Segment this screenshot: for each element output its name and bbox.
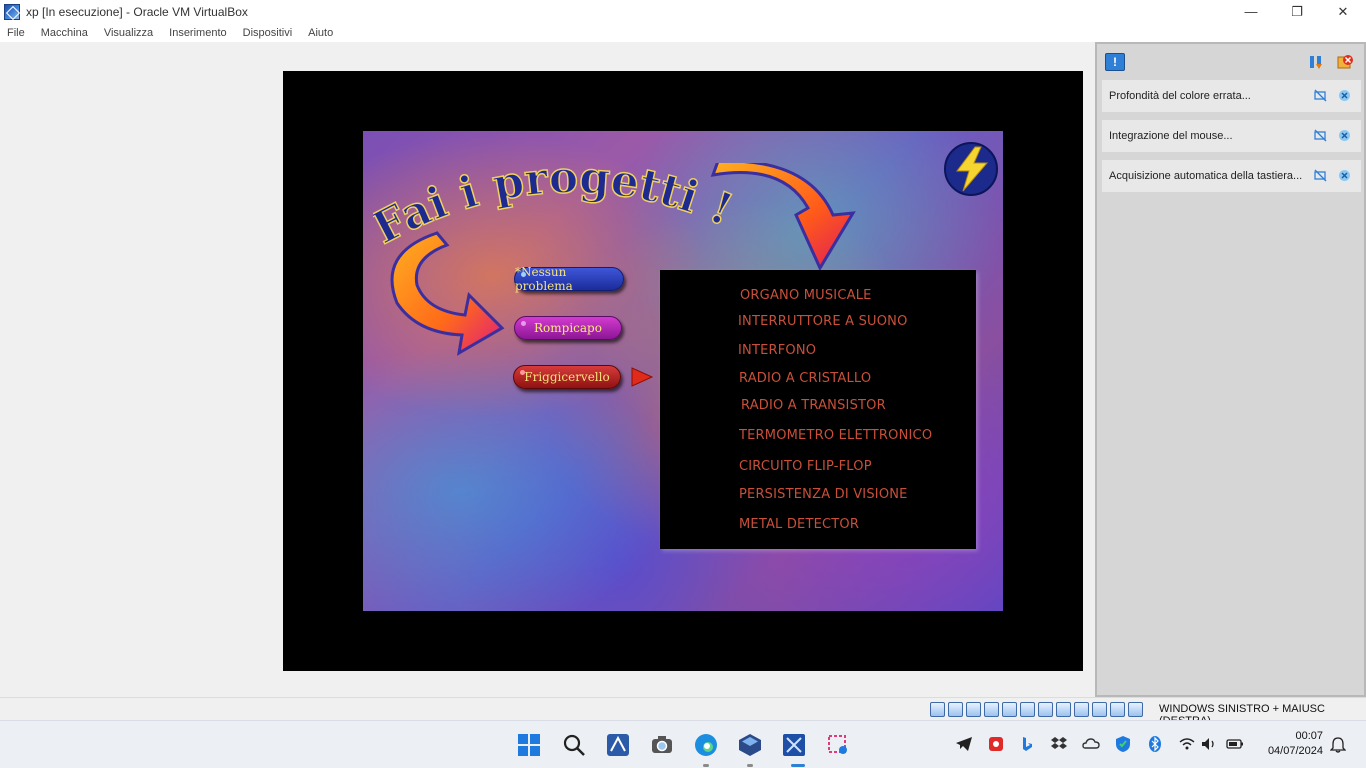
virtualbox-xp-icon[interactable] [606, 733, 630, 757]
floppy-icon[interactable] [966, 702, 981, 717]
xp-vm-window-icon[interactable] [782, 733, 806, 757]
telegram-icon[interactable] [955, 735, 973, 753]
sort-notifications-icon[interactable] [1308, 54, 1324, 70]
close-notification-icon[interactable] [1338, 129, 1351, 142]
menu-aiuto[interactable]: Aiuto [308, 27, 333, 39]
volume-icon[interactable] [1200, 735, 1218, 753]
battery-icon[interactable] [1226, 735, 1244, 753]
clock-date: 04/07/2024 [1267, 745, 1323, 757]
difficulty-easy-button[interactable]: *Nessun problema [514, 265, 624, 293]
search-icon[interactable] [562, 733, 586, 757]
vm-status-bar: WINDOWS SINISTRO + MAIUSC (DESTRA) [0, 697, 1366, 727]
clock-time: 00:07 [1295, 730, 1323, 742]
project-item[interactable]: METAL DETECTOR [739, 517, 859, 532]
virtualbox-app-icon [4, 3, 20, 20]
difficulty-medium-label: Rompicapo [534, 321, 602, 335]
lightning-logo-icon [944, 142, 998, 196]
usb-icon[interactable] [1020, 702, 1035, 717]
notification-header: ! [1097, 44, 1364, 80]
button-bullet-icon [521, 321, 526, 326]
virtualbox-manager-icon[interactable] [738, 733, 762, 757]
wifi-icon[interactable] [1178, 735, 1196, 753]
close-button[interactable]: ✕ [1320, 0, 1366, 23]
active-indicator [791, 764, 805, 767]
audio-icon[interactable] [984, 702, 999, 717]
security-shield-icon[interactable] [1114, 735, 1132, 753]
shared-folders-icon[interactable] [1038, 702, 1053, 717]
bluetooth-icon[interactable] [1146, 735, 1164, 753]
dismiss-all-icon[interactable] [1337, 54, 1353, 70]
menu-inserimento[interactable]: Inserimento [169, 27, 226, 39]
project-item[interactable]: TERMOMETRO ELETTRONICO [739, 428, 932, 443]
game-screen[interactable]: Fai i progetti ! *Nessun pro [363, 131, 1003, 611]
bing-icon[interactable] [1018, 735, 1036, 753]
recording-icon[interactable] [1074, 702, 1089, 717]
window-controls: — ❐ ✕ [1228, 0, 1366, 23]
window-title: xp [In esecuzione] - Oracle VM VirtualBo… [26, 4, 248, 19]
notification-bell-icon[interactable] [1330, 737, 1346, 753]
menu-macchina[interactable]: Macchina [41, 27, 88, 39]
hard-disk-icon[interactable] [930, 702, 945, 717]
running-indicator [703, 764, 709, 767]
project-list-panel: ORGANO MUSICALE INTERRUTTORE A SUONO INT… [660, 270, 976, 549]
start-menu-icon[interactable] [517, 733, 541, 757]
notification-center: ! Profondità del colore errata... Integr… [1095, 42, 1366, 697]
project-item[interactable]: PERSISTENZA DI VISIONE [739, 487, 908, 502]
project-item[interactable]: INTERFONO [738, 343, 816, 358]
notification-item[interactable]: Profondità del colore errata... [1102, 80, 1361, 112]
minimize-button[interactable]: — [1228, 0, 1274, 23]
menu-dispositivi[interactable]: Dispositivi [243, 27, 293, 39]
project-item[interactable]: CIRCUITO FLIP-FLOP [739, 459, 872, 474]
network-icon[interactable] [1002, 702, 1017, 717]
project-item[interactable]: RADIO A CRISTALLO [739, 371, 871, 386]
dropbox-icon[interactable] [1050, 735, 1068, 753]
menu-visualizza[interactable]: Visualizza [104, 27, 153, 39]
onedrive-icon[interactable] [1082, 735, 1100, 753]
project-item[interactable]: ORGANO MUSICALE [740, 288, 872, 303]
mute-notification-icon[interactable] [1314, 89, 1327, 102]
edge-browser-icon[interactable] [694, 733, 718, 757]
mouse-integration-icon[interactable] [1110, 702, 1125, 717]
project-item[interactable]: INTERRUTTORE A SUONO [738, 314, 908, 329]
menu-bar: File Macchina Visualizza Inserimento Dis… [0, 23, 1366, 42]
notification-alert-icon: ! [1105, 53, 1125, 71]
title-bar: xp [In esecuzione] - Oracle VM VirtualBo… [0, 0, 1366, 23]
difficulty-easy-label: *Nessun problema [515, 265, 573, 293]
notification-text: Acquisizione automatica della tastiera..… [1109, 170, 1303, 182]
close-notification-icon[interactable] [1338, 89, 1351, 102]
mute-notification-icon[interactable] [1314, 129, 1327, 142]
running-indicator [747, 764, 753, 767]
restore-button[interactable]: ❐ [1274, 0, 1320, 23]
button-bullet-icon [521, 272, 526, 277]
button-bullet-icon [520, 370, 525, 375]
difficulty-hard-button[interactable]: Friggicervello [513, 365, 621, 389]
difficulty-medium-button[interactable]: Rompicapo [514, 316, 622, 340]
selection-pointer-icon [631, 367, 653, 387]
mute-notification-icon[interactable] [1314, 169, 1327, 182]
optical-drive-icon[interactable] [948, 702, 963, 717]
close-notification-icon[interactable] [1338, 169, 1351, 182]
difficulty-hard-label: Friggicervello [524, 370, 610, 384]
arrow-left-icon [390, 231, 505, 356]
windows-taskbar: 00:07 04/07/2024 [0, 720, 1366, 768]
notification-item[interactable]: Acquisizione automatica della tastiera..… [1102, 160, 1361, 192]
snipping-tool-icon[interactable] [826, 733, 850, 757]
antivirus-icon[interactable] [987, 735, 1005, 753]
project-item[interactable]: RADIO A TRANSISTOR [741, 398, 886, 413]
notification-text: Profondità del colore errata... [1109, 90, 1251, 102]
notification-text: Integrazione del mouse... [1109, 130, 1233, 142]
arrow-right-icon [710, 163, 856, 272]
system-clock[interactable]: 00:07 04/07/2024 [1268, 729, 1323, 759]
device-status-icons [930, 702, 1143, 717]
notification-item[interactable]: Integrazione del mouse... [1102, 120, 1361, 152]
display-icon[interactable] [1056, 702, 1071, 717]
menu-file[interactable]: File [7, 27, 25, 39]
keyboard-capture-icon[interactable] [1128, 702, 1143, 717]
vt-x-icon[interactable] [1092, 702, 1107, 717]
camera-icon[interactable] [650, 733, 674, 757]
